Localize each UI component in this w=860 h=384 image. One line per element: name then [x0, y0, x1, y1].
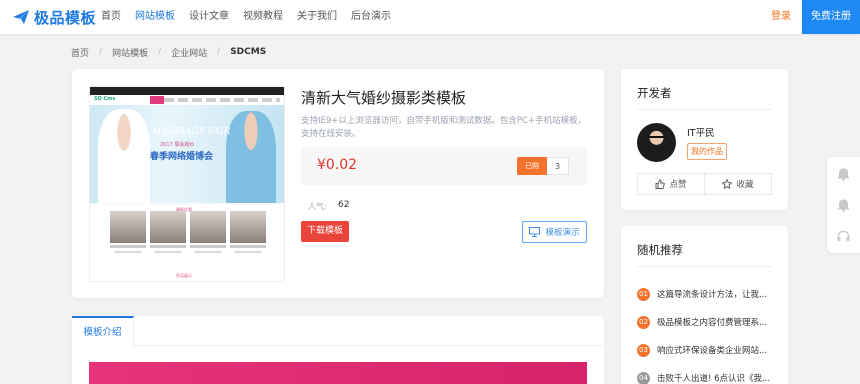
- thumbs-up-icon: [656, 179, 666, 189]
- breadcrumb-separator: /: [158, 47, 162, 57]
- intro-tabbar: 模板介绍: [72, 316, 604, 347]
- preview-hero-subtitle: 2017 展会婚纱: [160, 142, 195, 148]
- preview-caption: [230, 245, 266, 248]
- preview-navbar-active: [150, 96, 164, 104]
- preview-thumb: [230, 211, 266, 243]
- preview-thumb: [150, 211, 186, 243]
- preview-section-title: 作品展示: [176, 273, 192, 278]
- preview-logo: SD Cms: [94, 96, 116, 102]
- developer-actions: 点赞 收藏: [637, 173, 772, 195]
- rank-badge: 04: [637, 371, 650, 384]
- collect-label: 收藏: [736, 180, 754, 190]
- developer-name[interactable]: IT平民: [687, 125, 715, 139]
- preview-navbar: [150, 98, 280, 102]
- product-card: SD Cms MARRIAGE FAIR 2017 展会婚纱 春季网络婚博会 最…: [72, 69, 604, 298]
- intro-card: 模板介绍: [72, 316, 604, 384]
- avatar-glasses: [647, 136, 666, 141]
- recommend-list: 01 这篇导流条设计方法，让我... 02 极品模板之内容付费管理系... 03…: [637, 280, 777, 384]
- breadcrumb: 首页 / 网站模板 / 企业网站 / SDCMS: [71, 45, 266, 59]
- rank-badge: 01: [637, 287, 650, 301]
- breadcrumb-item[interactable]: 网站模板: [112, 46, 148, 59]
- like-button[interactable]: 点赞: [638, 174, 704, 194]
- preview-thumb: [190, 211, 226, 243]
- product-description: 支持IE9+以上浏览器访问，自带手机版和测试数据。包含PC+手机站模板，支持在线…: [301, 116, 587, 139]
- breadcrumb-separator: /: [99, 47, 103, 57]
- bought-count: 3: [547, 157, 569, 175]
- preview-caption: [110, 245, 146, 248]
- list-item-title[interactable]: 这篇导流条设计方法，让我...: [657, 288, 767, 300]
- preview-thumb: [110, 211, 146, 243]
- preview-hero-title: MARRIAGE FAIR: [152, 127, 231, 137]
- preview-caption: [194, 251, 222, 253]
- rank-badge: 03: [637, 343, 650, 357]
- price-bar: ¥0.02 已购 3: [301, 147, 587, 185]
- monitor-icon: [529, 227, 541, 237]
- preview-hero-headline: 春季网络婚博会: [150, 152, 214, 162]
- main-nav: 首页 网站模板 设计文章 视频教程 关于我们 后台演示: [94, 0, 398, 34]
- collect-button[interactable]: 收藏: [704, 174, 771, 194]
- preview-caption: [150, 245, 186, 248]
- top-header: 极品模板 首页 网站模板 设计文章 视频教程 关于我们 后台演示 登录 免费注册: [0, 0, 860, 34]
- preview-nav: SD Cms: [90, 95, 284, 105]
- like-label: 点赞: [669, 180, 687, 190]
- price: ¥0.02: [317, 157, 358, 173]
- nav-item-admin-demo[interactable]: 后台演示: [344, 0, 398, 34]
- preview-bride: [98, 109, 150, 203]
- breadcrumb-separator: /: [217, 47, 221, 57]
- developer-title: 开发者: [637, 86, 672, 100]
- preview-caption: [154, 251, 182, 253]
- headset-icon[interactable]: [836, 229, 851, 244]
- paper-plane-icon: [13, 10, 29, 24]
- bell-icon[interactable]: [836, 197, 851, 212]
- bell-icon[interactable]: [836, 166, 851, 181]
- nav-item-home[interactable]: 首页: [94, 0, 128, 34]
- product-title: 清新大气婚纱摄影类模板: [301, 89, 467, 107]
- list-item[interactable]: 03 响应式环保设备类企业网站...: [637, 336, 777, 364]
- breadcrumb-item[interactable]: 企业网站: [171, 46, 207, 59]
- login-link[interactable]: 登录: [771, 0, 791, 34]
- star-icon: [722, 179, 733, 189]
- nav-item-about[interactable]: 关于我们: [290, 0, 344, 34]
- list-item[interactable]: 01 这篇导流条设计方法，让我...: [637, 280, 777, 308]
- preview-caption: [114, 251, 142, 253]
- template-preview-image[interactable]: SD Cms MARRIAGE FAIR 2017 展会婚纱 春季网络婚博会 最…: [89, 86, 285, 282]
- list-item[interactable]: 02 极品模板之内容付费管理系...: [637, 308, 777, 336]
- intro-banner-image: [89, 362, 587, 384]
- my-works-button[interactable]: 我的作品: [687, 143, 727, 160]
- download-button[interactable]: 下载模板: [301, 221, 349, 242]
- developer-card: 开发者 IT平民 我的作品 点赞 收藏: [621, 69, 788, 210]
- list-item-title[interactable]: 响应式环保设备类企业网站...: [657, 344, 767, 356]
- list-item[interactable]: 04 击败千人出道! 6点认识《我...: [637, 364, 777, 384]
- register-button[interactable]: 免费注册: [802, 0, 860, 34]
- avatar[interactable]: [637, 123, 676, 162]
- popularity-value: 62: [338, 200, 350, 210]
- bought-badge: 已购: [517, 157, 547, 175]
- list-item-title[interactable]: 击败千人出道! 6点认识《我...: [657, 372, 770, 384]
- site-logo[interactable]: 极品模板: [12, 7, 96, 27]
- recommend-title: 随机推荐: [637, 243, 683, 257]
- preview-topbar: [90, 87, 284, 95]
- preview-groom: [226, 111, 276, 203]
- preview-caption: [234, 251, 262, 253]
- divider: [637, 109, 772, 110]
- rank-badge: 02: [637, 315, 650, 329]
- demo-button[interactable]: 模板演示: [522, 221, 587, 243]
- floating-toolbar: [827, 157, 860, 253]
- breadcrumb-item[interactable]: 首页: [71, 46, 89, 59]
- nav-item-articles[interactable]: 设计文章: [182, 0, 236, 34]
- logo-text: 极品模板: [34, 8, 97, 27]
- list-item-title[interactable]: 极品模板之内容付费管理系...: [657, 316, 767, 328]
- preview-caption: [190, 245, 226, 248]
- recommend-card: 随机推荐 01 这篇导流条设计方法，让我... 02 极品模板之内容付费管理系.…: [621, 226, 788, 384]
- popularity-label: 人气:: [308, 202, 327, 211]
- breadcrumb-current: SDCMS: [230, 47, 267, 57]
- divider: [637, 266, 772, 267]
- nav-item-videos[interactable]: 视频教程: [236, 0, 290, 34]
- demo-button-label: 模板演示: [545, 228, 580, 238]
- nav-item-templates[interactable]: 网站模板: [128, 0, 182, 34]
- preview-section: 最新优惠 作品展示: [90, 205, 284, 281]
- tab-template-intro[interactable]: 模板介绍: [72, 316, 134, 347]
